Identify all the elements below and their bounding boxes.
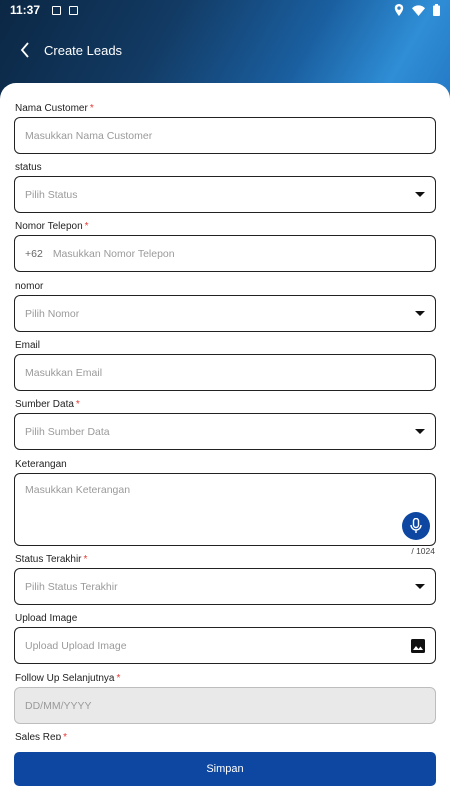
bottom-action-bar: Simpan <box>0 740 450 800</box>
dropdown-caret-icon <box>415 584 425 589</box>
nomor-telepon-label: Nomor Telepon * <box>15 221 89 232</box>
status-time: 11:37 <box>10 3 41 17</box>
nama-customer-label: Nama Customer * <box>15 103 94 114</box>
upload-image-input[interactable]: Upload Upload Image <box>14 627 436 664</box>
upload-image-placeholder: Upload Upload Image <box>25 639 127 652</box>
status-bar: 11:37 <box>0 0 450 20</box>
character-counter: / 1024 <box>411 546 435 556</box>
back-button[interactable] <box>10 35 40 65</box>
follow-up-placeholder: DD/MM/YYYY <box>25 699 92 712</box>
image-icon[interactable] <box>411 638 425 653</box>
microphone-icon <box>410 518 422 533</box>
sumber-data-label: Sumber Data * <box>15 399 80 410</box>
nomor-placeholder: Pilih Nomor <box>25 307 80 320</box>
nama-customer-placeholder: Masukkan Nama Customer <box>25 129 153 142</box>
keterangan-placeholder: Masukkan Keterangan <box>25 484 131 496</box>
save-button[interactable]: Simpan <box>14 752 436 786</box>
nomor-telepon-placeholder: Masukkan Nomor Telepon <box>52 247 175 260</box>
gallery-notification-icon <box>52 5 62 15</box>
page-title: Create Leads <box>44 42 123 58</box>
location-icon <box>394 4 404 16</box>
email-input[interactable]: Masukkan Email <box>14 354 436 391</box>
keterangan-textarea[interactable]: Masukkan Keterangan <box>14 473 436 546</box>
app-toolbar: Create Leads <box>0 30 450 70</box>
country-code-prefix: +62 <box>25 247 43 260</box>
wifi-icon <box>412 4 425 16</box>
status-terakhir-select[interactable]: Pilih Status Terakhir <box>14 568 436 605</box>
voice-input-button[interactable] <box>402 512 430 540</box>
follow-up-date-input[interactable]: DD/MM/YYYY <box>14 687 436 724</box>
upload-image-label: Upload Image <box>15 613 78 624</box>
status-placeholder: Pilih Status <box>25 188 78 201</box>
battery-icon <box>433 4 440 16</box>
status-label: status <box>15 162 42 173</box>
status-terakhir-placeholder: Pilih Status Terakhir <box>25 580 118 593</box>
email-placeholder: Masukkan Email <box>25 366 103 379</box>
nomor-telepon-input[interactable]: +62 Masukkan Nomor Telepon <box>14 235 436 272</box>
keterangan-label: Keterangan <box>15 459 67 470</box>
dropdown-caret-icon <box>415 429 425 434</box>
nomor-label: nomor <box>15 281 44 292</box>
nama-customer-input[interactable]: Masukkan Nama Customer <box>14 117 436 154</box>
follow-up-label: Follow Up Selanjutnya * <box>15 673 121 684</box>
nomor-select[interactable]: Pilih Nomor <box>14 295 436 332</box>
status-terakhir-label: Status Terakhir * <box>15 554 88 565</box>
dropdown-caret-icon <box>415 192 425 197</box>
email-label: Email <box>15 340 41 351</box>
status-select[interactable]: Pilih Status <box>14 176 436 213</box>
sumber-data-select[interactable]: Pilih Sumber Data <box>14 413 436 450</box>
sumber-data-placeholder: Pilih Sumber Data <box>25 425 110 438</box>
app-notification-icon <box>69 5 79 15</box>
back-arrow-icon <box>20 42 29 58</box>
dropdown-caret-icon <box>415 311 425 316</box>
